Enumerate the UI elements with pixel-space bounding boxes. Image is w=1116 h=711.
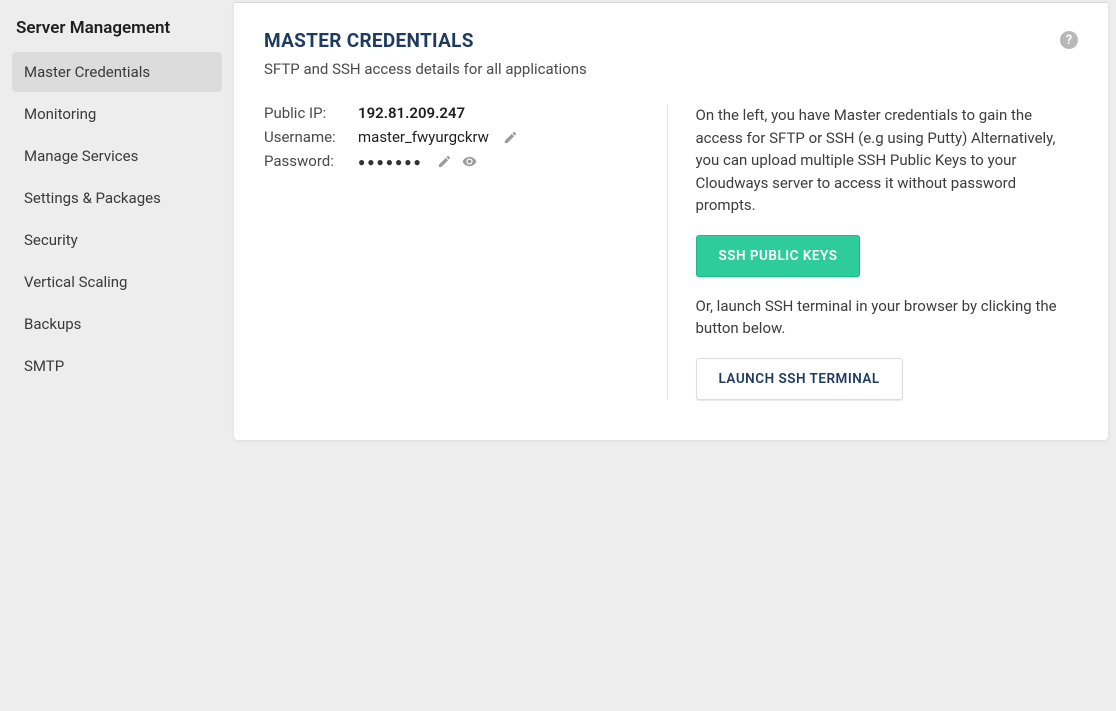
card-body: Public IP: 192.81.209.247 Username: mast… bbox=[264, 104, 1078, 400]
page-title: MASTER CREDENTIALS bbox=[264, 29, 1078, 52]
reveal-password-icon[interactable] bbox=[462, 154, 477, 169]
card-header: MASTER CREDENTIALS SFTP and SSH access d… bbox=[264, 29, 1078, 78]
sidebar-item-master-credentials[interactable]: Master Credentials bbox=[12, 52, 222, 92]
ssh-public-keys-button[interactable]: SSH PUBLIC KEYS bbox=[696, 235, 861, 277]
sidebar-item-manage-services[interactable]: Manage Services bbox=[12, 136, 222, 176]
sidebar-item-backups[interactable]: Backups bbox=[12, 304, 222, 344]
username-row: Username: master_fwyurgckrw bbox=[264, 128, 647, 146]
password-row: Password: ●●●●●●● bbox=[264, 152, 647, 170]
page-subtitle: SFTP and SSH access details for all appl… bbox=[264, 60, 1078, 78]
credentials-column: Public IP: 192.81.209.247 Username: mast… bbox=[264, 104, 667, 400]
username-label: Username: bbox=[264, 128, 358, 146]
sidebar-item-settings-packages[interactable]: Settings & Packages bbox=[12, 178, 222, 218]
help-icon[interactable]: ? bbox=[1060, 31, 1078, 49]
public-ip-row: Public IP: 192.81.209.247 bbox=[264, 104, 647, 122]
sidebar-title: Server Management bbox=[12, 10, 222, 52]
content-area: MASTER CREDENTIALS SFTP and SSH access d… bbox=[232, 0, 1116, 711]
sidebar-item-vertical-scaling[interactable]: Vertical Scaling bbox=[12, 262, 222, 302]
info-column: On the left, you have Master credentials… bbox=[667, 104, 1079, 400]
edit-password-icon[interactable] bbox=[437, 154, 452, 169]
info-text: On the left, you have Master credentials… bbox=[696, 104, 1079, 217]
public-ip-value: 192.81.209.247 bbox=[358, 104, 465, 122]
password-value: ●●●●●●● bbox=[358, 155, 423, 169]
edit-username-icon[interactable] bbox=[503, 130, 518, 145]
sidebar-item-smtp[interactable]: SMTP bbox=[12, 346, 222, 386]
public-ip-label: Public IP: bbox=[264, 104, 358, 122]
sidebar-item-monitoring[interactable]: Monitoring bbox=[12, 94, 222, 134]
password-label: Password: bbox=[264, 152, 358, 170]
sidebar-item-security[interactable]: Security bbox=[12, 220, 222, 260]
launch-info-text: Or, launch SSH terminal in your browser … bbox=[696, 295, 1079, 340]
username-value: master_fwyurgckrw bbox=[358, 128, 489, 146]
card: MASTER CREDENTIALS SFTP and SSH access d… bbox=[234, 2, 1108, 440]
launch-ssh-terminal-button[interactable]: LAUNCH SSH TERMINAL bbox=[696, 358, 903, 400]
sidebar: Server Management Master Credentials Mon… bbox=[0, 0, 232, 711]
